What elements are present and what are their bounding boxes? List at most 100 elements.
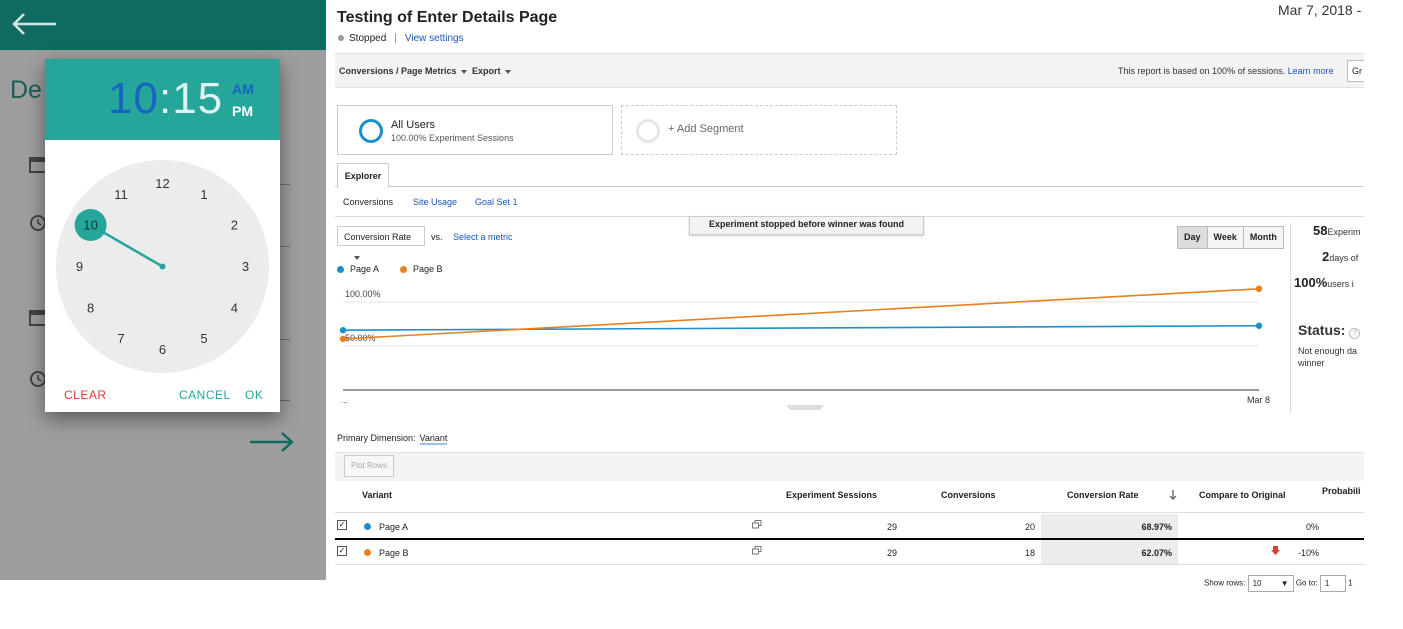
goto-label: Go to: bbox=[1295, 578, 1318, 588]
days-label: days of bbox=[1329, 253, 1359, 263]
clock-hour-10[interactable]: 10 bbox=[83, 218, 97, 233]
row-checkbox[interactable]: ✓ bbox=[337, 546, 347, 556]
experiment-summary-panel: 58Experim 2days of 100%users i Status:? … bbox=[1290, 223, 1364, 413]
variant-name[interactable]: Page A bbox=[379, 522, 408, 532]
sort-arrow-icon[interactable] bbox=[1169, 490, 1177, 500]
time-separator: : bbox=[158, 74, 173, 123]
clock-hour-2[interactable]: 2 bbox=[231, 218, 238, 233]
table-toolbar bbox=[335, 452, 1364, 481]
report-title: Testing of Enter Details Page bbox=[337, 9, 558, 26]
col-probability[interactable]: Probabili bbox=[1322, 486, 1361, 496]
sessions-value: 29 bbox=[886, 548, 897, 558]
conversions-value: 18 bbox=[1024, 548, 1035, 558]
clock-center-dot bbox=[159, 263, 166, 270]
next-arrow-icon[interactable] bbox=[248, 430, 296, 454]
data-point[interactable] bbox=[339, 335, 347, 343]
subtab-conversions[interactable]: Conversions bbox=[343, 197, 393, 207]
compare-value: -10% bbox=[1297, 548, 1319, 558]
clock-hour-12[interactable]: 12 bbox=[155, 176, 169, 191]
subtab-site-usage[interactable]: Site Usage bbox=[413, 197, 457, 207]
conversion-rate-chart: 100.00%50.00%... Mar 8 bbox=[339, 285, 1270, 410]
x-tick-label: Mar 8 bbox=[1247, 395, 1270, 405]
segment-sub: 100.00% Experiment Sessions bbox=[391, 133, 514, 143]
caret-down-icon bbox=[354, 255, 360, 260]
vs-label: vs. bbox=[431, 232, 443, 242]
ok-button[interactable]: OK bbox=[245, 388, 263, 402]
back-arrow-icon[interactable] bbox=[10, 10, 60, 38]
users-percent: 100% bbox=[1294, 275, 1328, 290]
pm-toggle[interactable]: PM bbox=[232, 103, 253, 119]
clock-dial[interactable]: 121234567891011 bbox=[56, 160, 269, 373]
status-label: Status: bbox=[1298, 322, 1346, 338]
chart-collapse-handle[interactable] bbox=[786, 405, 824, 410]
legend-dot bbox=[337, 266, 344, 274]
row-checkbox[interactable]: ✓ bbox=[337, 520, 347, 530]
time-picker-header: 10:15 AM PM bbox=[45, 59, 280, 140]
table-row[interactable]: ✓ Page A 29 20 68.97% 0% bbox=[335, 514, 1364, 538]
group-button[interactable]: Gr bbox=[1347, 60, 1364, 82]
caret-down-icon bbox=[460, 69, 467, 74]
hour-display[interactable]: 10 bbox=[108, 74, 159, 123]
show-rows-select[interactable]: 10 ▼ bbox=[1247, 575, 1294, 592]
col-conversions[interactable]: Conversions bbox=[941, 490, 996, 500]
month-button[interactable]: Month bbox=[1243, 227, 1283, 248]
help-icon[interactable]: ? bbox=[1349, 328, 1361, 339]
clock-hour-7[interactable]: 7 bbox=[117, 331, 124, 346]
show-rows-value: 10 bbox=[1252, 579, 1262, 588]
variant-color-dot bbox=[364, 549, 371, 556]
clock-hour-4[interactable]: 4 bbox=[231, 301, 238, 316]
minute-display[interactable]: 15 bbox=[172, 74, 223, 123]
date-range-selector[interactable]: Mar 7, 2018 - bbox=[1278, 2, 1361, 18]
col-variant[interactable]: Variant bbox=[362, 490, 392, 500]
clock-hour-9[interactable]: 9 bbox=[76, 259, 83, 274]
week-button[interactable]: Week bbox=[1207, 227, 1244, 248]
tab-explorer[interactable]: Explorer bbox=[337, 163, 389, 188]
report-toolbar: Conversions / Page Metrics Export This r… bbox=[335, 53, 1364, 88]
cancel-button[interactable]: CANCEL bbox=[179, 388, 231, 402]
legend-page-b: Page B bbox=[400, 264, 443, 274]
goto-input[interactable]: 1 bbox=[1319, 575, 1346, 592]
segment-all-users[interactable]: All Users 100.00% Experiment Sessions bbox=[337, 105, 613, 155]
data-point[interactable] bbox=[1255, 322, 1263, 329]
day-button[interactable]: Day bbox=[1178, 227, 1208, 248]
col-experiment-sessions[interactable]: Experiment Sessions bbox=[786, 490, 877, 500]
clock-hour-6[interactable]: 6 bbox=[159, 342, 166, 357]
add-segment-label: + Add Segment bbox=[668, 123, 744, 135]
primary-dimension-value[interactable]: Variant bbox=[419, 433, 448, 445]
clock-hour-11[interactable]: 11 bbox=[114, 187, 128, 202]
pagination: Show rows: 10 ▼ Go to: 1 1 bbox=[1204, 575, 1353, 592]
conversions-page-metrics-menu[interactable]: Conversions / Page Metrics bbox=[339, 66, 467, 76]
variant-name[interactable]: Page B bbox=[379, 548, 409, 558]
col-conversion-rate[interactable]: Conversion Rate bbox=[1067, 490, 1139, 500]
data-point[interactable] bbox=[1255, 285, 1263, 292]
am-toggle[interactable]: AM bbox=[232, 81, 254, 97]
sampling-note: This report is based on 100% of sessions… bbox=[1118, 66, 1334, 76]
mobile-app-screen: De 10:15 AM PM 12 1 2 3 4 5 6 7 8 9 10 11 CLEAR CAN bbox=[0, 0, 326, 580]
show-rows-label: Show rows: bbox=[1204, 578, 1246, 588]
data-point[interactable] bbox=[339, 326, 347, 334]
clock-hour-3[interactable]: 3 bbox=[242, 259, 249, 274]
subtab-goal-set[interactable]: Goal Set 1 bbox=[475, 197, 518, 207]
clear-button[interactable]: CLEAR bbox=[64, 388, 107, 402]
add-segment[interactable]: + Add Segment bbox=[621, 105, 897, 155]
view-settings-link[interactable]: View settings bbox=[405, 33, 464, 44]
row-divider bbox=[335, 564, 1364, 565]
col-compare-to-original[interactable]: Compare to Original bbox=[1199, 490, 1286, 500]
table-header-divider bbox=[335, 512, 1364, 513]
table-row[interactable]: ✓ Page B 29 18 62.07% -10% bbox=[335, 540, 1364, 564]
plot-rows-button[interactable]: Plot Rows bbox=[344, 455, 394, 477]
open-page-icon[interactable] bbox=[752, 520, 762, 529]
clock-hour-5[interactable]: 5 bbox=[200, 331, 207, 346]
experiment-status: Stopped | View settings bbox=[338, 33, 464, 44]
export-menu[interactable]: Export bbox=[472, 66, 511, 76]
variant-color-dot bbox=[364, 523, 371, 530]
open-page-icon[interactable] bbox=[752, 546, 762, 555]
rate-value: 62.07% bbox=[1141, 548, 1172, 558]
status-text-line1: Not enough da bbox=[1298, 346, 1358, 356]
learn-more-link[interactable]: Learn more bbox=[1288, 66, 1334, 76]
clock-hour-8[interactable]: 8 bbox=[87, 301, 94, 316]
select-metric-link[interactable]: Select a metric bbox=[453, 232, 513, 242]
clock-hour-1[interactable]: 1 bbox=[200, 187, 207, 202]
metric-select[interactable]: Conversion Rate bbox=[337, 226, 425, 260]
primary-dimension: Primary Dimension: Variant bbox=[337, 433, 448, 445]
